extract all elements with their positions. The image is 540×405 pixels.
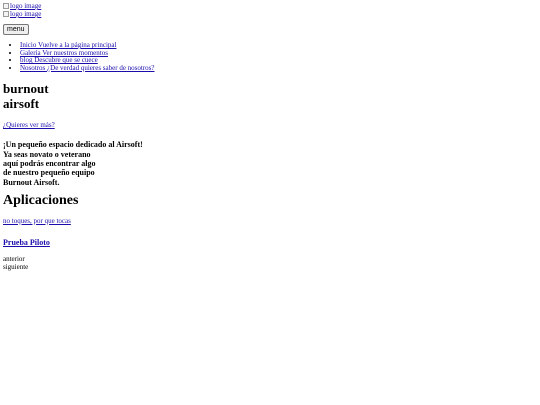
site-title-line-1: burnout [3,81,49,97]
intro-text: ¡Un pequeño espacio dedicado al Airsoft!… [3,140,533,186]
apps-heading: Aplicaciones [3,192,79,208]
logo-image-alt: logo image [10,10,42,18]
intro-line: aquí podrás encontrar algo [3,158,96,168]
app-item-title: Prueba Piloto [3,238,533,248]
site-title: burnout airsoft [3,82,533,111]
intro-line: de nuestro pequeño equipo [3,168,95,178]
intro-line: Burnout Airsoft. [3,177,60,187]
app-item-link[interactable]: Prueba Piloto [3,238,50,247]
menu-button[interactable]: menu [3,24,29,35]
logo-link-1[interactable]: logo image [3,2,533,10]
broken-image-icon [3,3,9,9]
site-title-line-2: airsoft [3,95,40,111]
logo-link-2[interactable]: logo image [3,10,533,18]
nav-item-nosotros: Nosotros ¿De verdad quieres saber de nos… [20,64,533,73]
see-more-link[interactable]: ¿Quieres ver más? [3,121,55,129]
broken-image-icon [3,11,9,17]
next-button[interactable]: siguiente [3,263,533,271]
prev-button[interactable]: anterior [3,255,533,263]
pager: anterior siguiente [3,255,533,271]
intro-line: Ya seas novato o veterano [3,149,91,159]
logo-image-alt: logo image [10,2,42,10]
touch-link[interactable]: no toques, por que tocas [3,217,71,225]
main-nav: Inicio Vuelve a la página principal Gale… [3,41,533,73]
intro-line: ¡Un pequeño espacio dedicado al Airsoft! [3,140,143,150]
page: logo image logo image menu Inicio Vuelve… [3,2,533,271]
nav-link-nosotros[interactable]: Nosotros ¿De verdad quieres saber de nos… [20,64,155,72]
